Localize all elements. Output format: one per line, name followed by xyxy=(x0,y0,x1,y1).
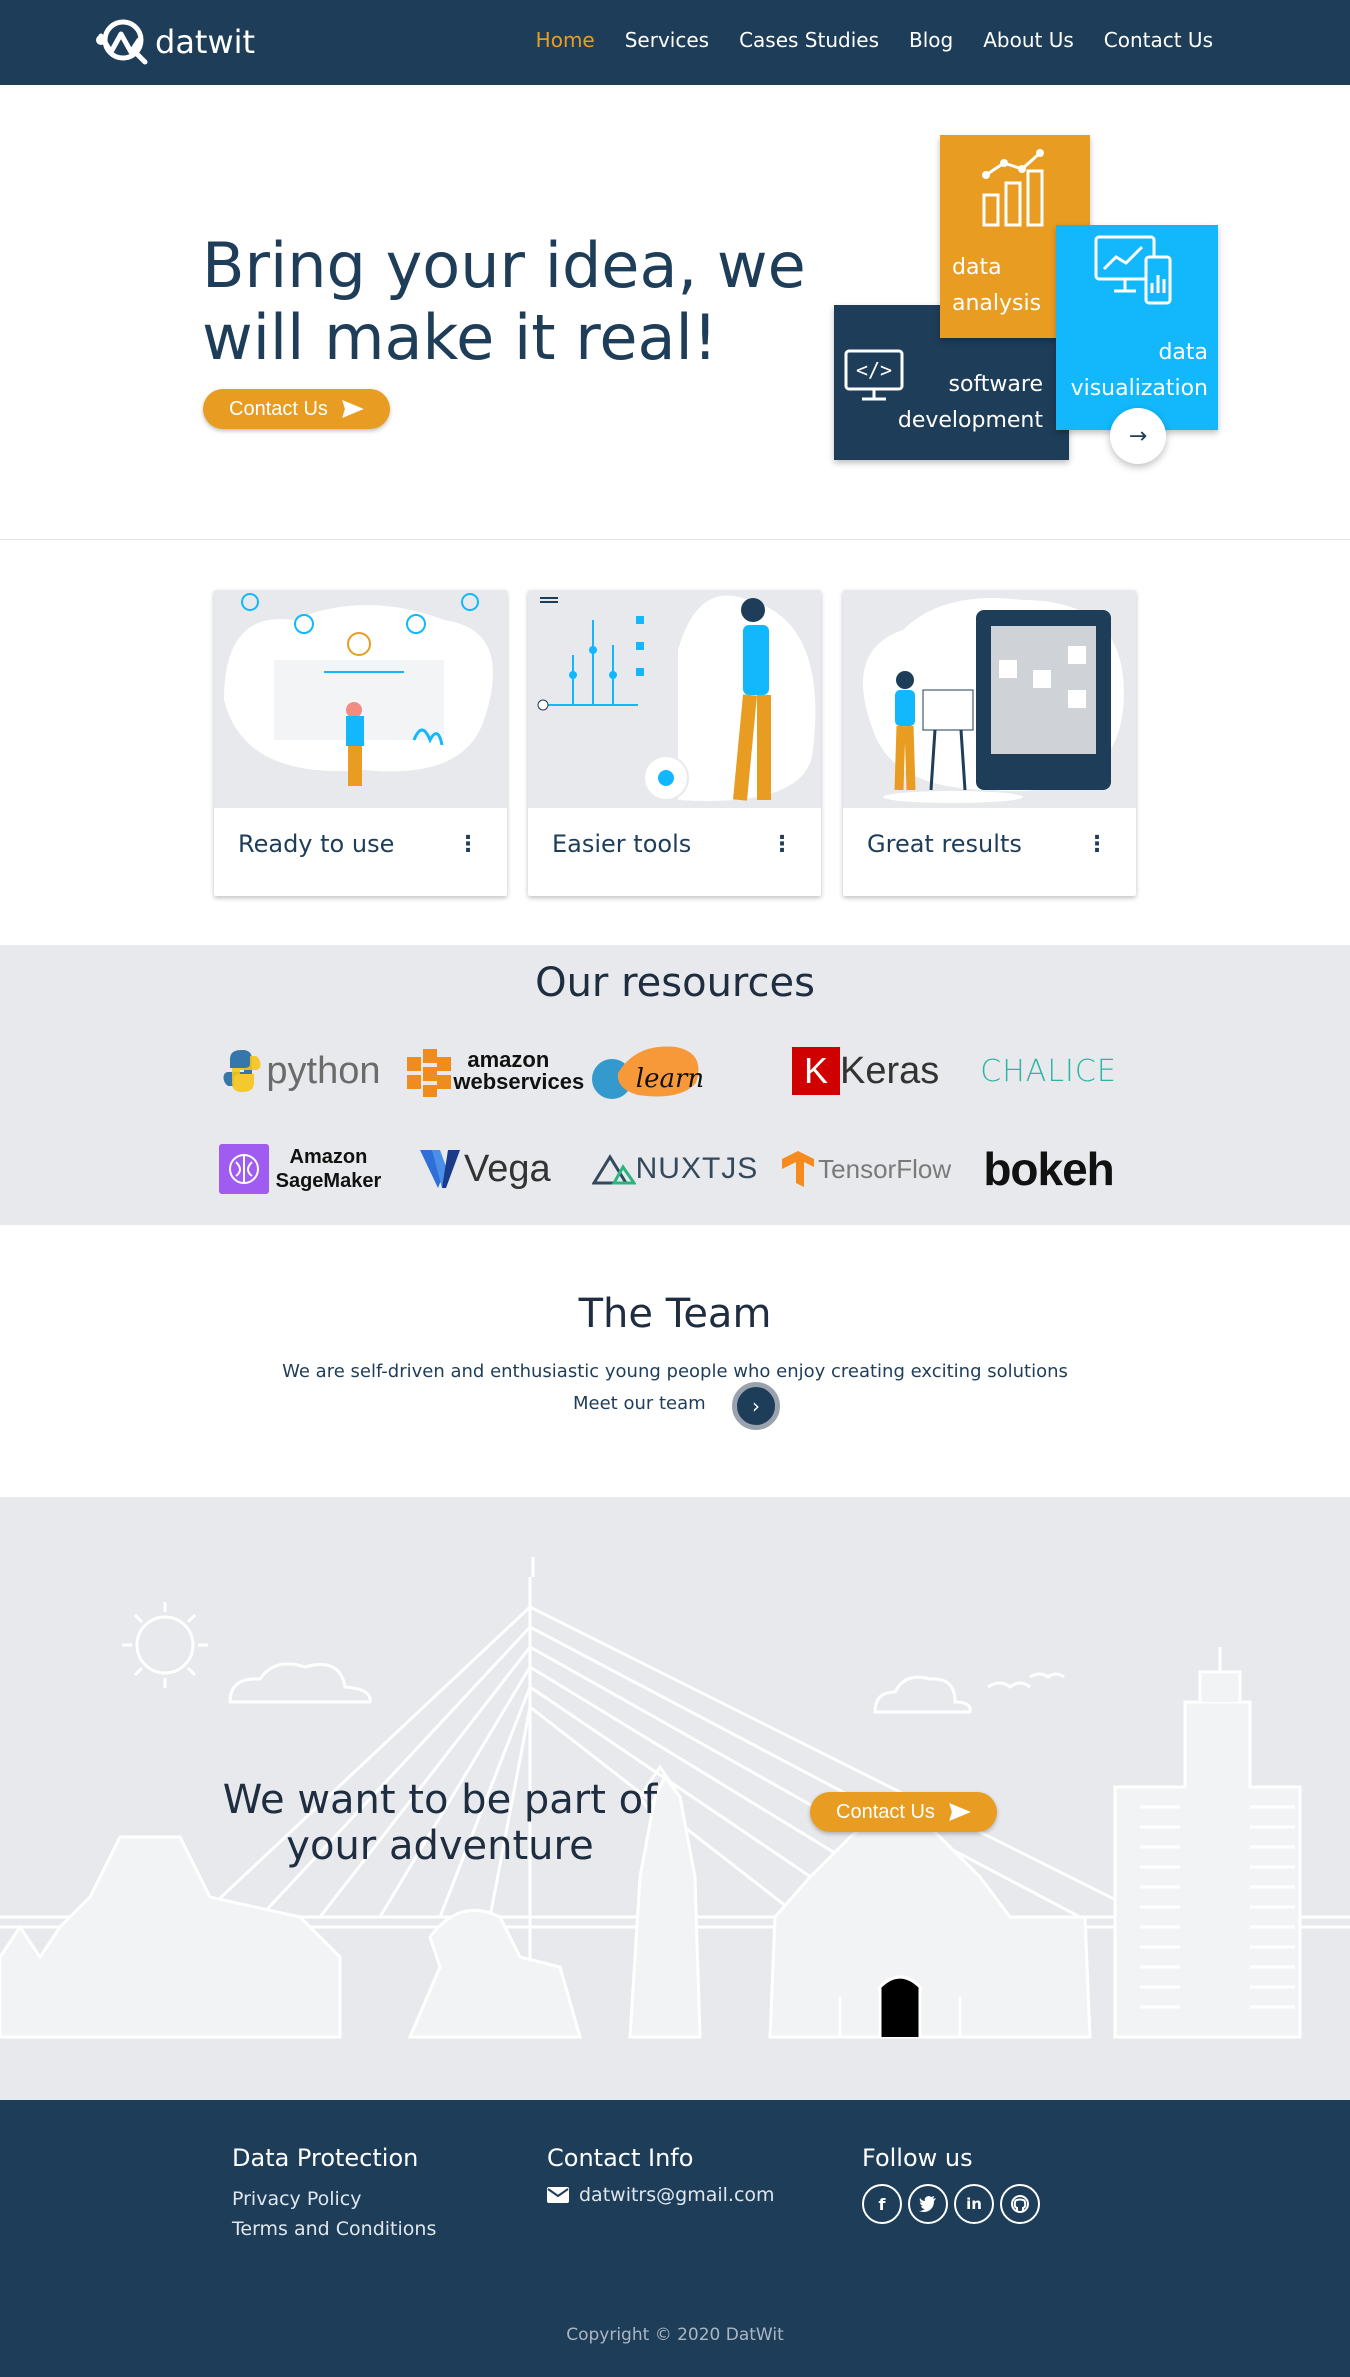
nuxt-mountain-icon xyxy=(591,1154,636,1185)
top-navbar: datwit Home Services Cases Studies Blog … xyxy=(0,0,1350,85)
vega-v-icon xyxy=(420,1150,461,1188)
footer-email[interactable]: datwitrs@gmail.com xyxy=(547,2184,775,2206)
github-icon[interactable] xyxy=(1000,2184,1040,2224)
keras-label: Keras xyxy=(840,1049,940,1092)
nuxtjs-logo[interactable]: NUXTJS xyxy=(576,1138,774,1200)
card-title: Easier tools xyxy=(552,830,692,858)
feature-card-ready[interactable]: Ready to use ⋮ xyxy=(214,590,507,896)
footer-contact-info: Contact Info datwitrs@gmail.com xyxy=(547,2144,775,2206)
card-title: Great results xyxy=(867,830,1022,858)
card-title: Ready to use xyxy=(238,830,395,858)
nav-link-about-us[interactable]: About Us xyxy=(983,28,1074,52)
meet-team-label: Meet our team xyxy=(573,1393,706,1414)
sagemaker-brain-icon xyxy=(219,1144,270,1194)
nav-menu: Home Services Cases Studies Blog About U… xyxy=(536,28,1213,52)
hero-contact-button[interactable]: Contact Us xyxy=(203,389,390,429)
chalice-logo[interactable]: CHALICE xyxy=(957,1040,1140,1102)
footer-protection-title: Data Protection xyxy=(232,2144,419,2172)
nuxtjs-label: NUXTJS xyxy=(635,1152,759,1185)
more-vertical-icon[interactable]: ⋮ xyxy=(771,834,793,856)
keras-logo[interactable]: K Keras xyxy=(774,1040,957,1102)
tensorflow-logo[interactable]: TensorFlow xyxy=(774,1138,957,1200)
more-vertical-icon[interactable]: ⋮ xyxy=(457,834,479,856)
resources-logo-grid: python amazon webservices learn K Keras … xyxy=(210,1040,1140,1200)
datwit-logo-icon xyxy=(96,19,148,65)
aws-label: amazon webservices xyxy=(453,1047,585,1094)
facebook-icon[interactable]: f xyxy=(862,2184,902,2224)
chevron-right-icon: › xyxy=(752,1394,760,1418)
feature-card-results[interactable]: Great results ⋮ xyxy=(843,590,1136,896)
nav-link-home[interactable]: Home xyxy=(536,28,595,52)
bar-chart-icon xyxy=(982,149,1044,227)
adventure-contact-button[interactable]: Contact Us xyxy=(810,1792,997,1832)
team-subtitle: We are self-driven and enthusiastic youn… xyxy=(282,1361,1068,1382)
social-links: f in xyxy=(862,2184,1040,2224)
site-footer: Data Protection Privacy Policy Terms and… xyxy=(0,2100,1350,2377)
hero-contact-label: Contact Us xyxy=(229,397,328,420)
vega-label: Vega xyxy=(464,1147,551,1190)
aws-boxes-icon xyxy=(407,1049,452,1097)
tile-software-label: software development xyxy=(897,372,1043,433)
svg-text:</>: </> xyxy=(856,358,892,382)
copyright-text: Copyright © 2020 DatWit xyxy=(566,2325,784,2345)
adventure-contact-label: Contact Us xyxy=(836,1800,935,1823)
terms-conditions-link[interactable]: Terms and Conditions xyxy=(232,2214,436,2244)
tools-illustration xyxy=(528,590,821,808)
footer-contact-title: Contact Info xyxy=(547,2144,694,2172)
team-section: The Team We are self-driven and enthusia… xyxy=(0,1225,1350,1497)
send-icon xyxy=(342,400,364,418)
mail-icon xyxy=(547,2187,569,2203)
resources-section: Our resources python amazon webservices … xyxy=(0,945,1350,1225)
footer-email-text: datwitrs@gmail.com xyxy=(579,2184,775,2206)
sagemaker-logo[interactable]: Amazon SageMaker xyxy=(210,1138,393,1200)
team-title: The Team xyxy=(578,1291,772,1337)
hero-section: Bring your idea, we will make it real! C… xyxy=(0,85,1350,540)
resources-title: Our resources xyxy=(535,960,815,1006)
monitor-chart-icon xyxy=(1094,235,1172,305)
brand-name: datwit xyxy=(155,23,256,61)
nav-link-services[interactable]: Services xyxy=(625,28,709,52)
results-illustration xyxy=(843,590,1136,808)
twitter-icon[interactable] xyxy=(908,2184,948,2224)
tensorflow-icon xyxy=(782,1151,815,1187)
adventure-section: We want to be part of your adventure Con… xyxy=(0,1497,1350,2100)
tensorflow-label: TensorFlow xyxy=(818,1153,952,1184)
tile-analysis-label: data analysis xyxy=(952,255,1042,316)
feature-card-tools[interactable]: Easier tools ⋮ xyxy=(528,590,821,896)
tile-data-visualization[interactable]: data visualization xyxy=(1056,225,1218,430)
brand-logo[interactable]: datwit xyxy=(93,18,255,66)
footer-follow-title: Follow us xyxy=(862,2144,973,2172)
vega-logo[interactable]: Vega xyxy=(393,1138,576,1200)
more-vertical-icon[interactable]: ⋮ xyxy=(1086,834,1108,856)
hero-title: Bring your idea, we will make it real! xyxy=(202,229,806,374)
nav-link-cases-studies[interactable]: Cases Studies xyxy=(739,28,879,52)
linkedin-icon[interactable]: in xyxy=(954,2184,994,2224)
bokeh-label: bokeh xyxy=(983,1143,1114,1195)
scikit-learn-label: learn xyxy=(635,1064,705,1094)
nav-link-blog[interactable]: Blog xyxy=(909,28,953,52)
arrow-right-icon: → xyxy=(1128,423,1148,449)
meet-team-button[interactable]: › xyxy=(732,1382,780,1430)
bokeh-logo[interactable]: bokeh xyxy=(957,1138,1140,1200)
privacy-policy-link[interactable]: Privacy Policy xyxy=(232,2184,436,2214)
chalice-label: CHALICE xyxy=(980,1053,1117,1089)
send-icon xyxy=(949,1803,971,1821)
nav-link-contact-us[interactable]: Contact Us xyxy=(1104,28,1213,52)
adventure-title: We want to be part of your adventure xyxy=(222,1777,658,1869)
hero-next-button[interactable]: → xyxy=(1110,408,1166,464)
footer-data-protection: Data Protection Privacy Policy Terms and… xyxy=(232,2144,436,2244)
aws-logo[interactable]: amazon webservices xyxy=(393,1040,585,1102)
footer-follow-us: Follow us f in xyxy=(862,2144,1040,2224)
scikit-learn-logo[interactable]: learn xyxy=(576,1040,774,1102)
tile-visualization-label: data visualization xyxy=(1070,340,1208,401)
python-label: python xyxy=(266,1049,381,1092)
python-logo[interactable]: python xyxy=(210,1040,393,1102)
checklist-illustration xyxy=(214,590,507,808)
keras-k-icon: K xyxy=(792,1047,840,1095)
python-icon xyxy=(223,1050,261,1092)
sagemaker-label: Amazon SageMaker xyxy=(275,1146,382,1192)
